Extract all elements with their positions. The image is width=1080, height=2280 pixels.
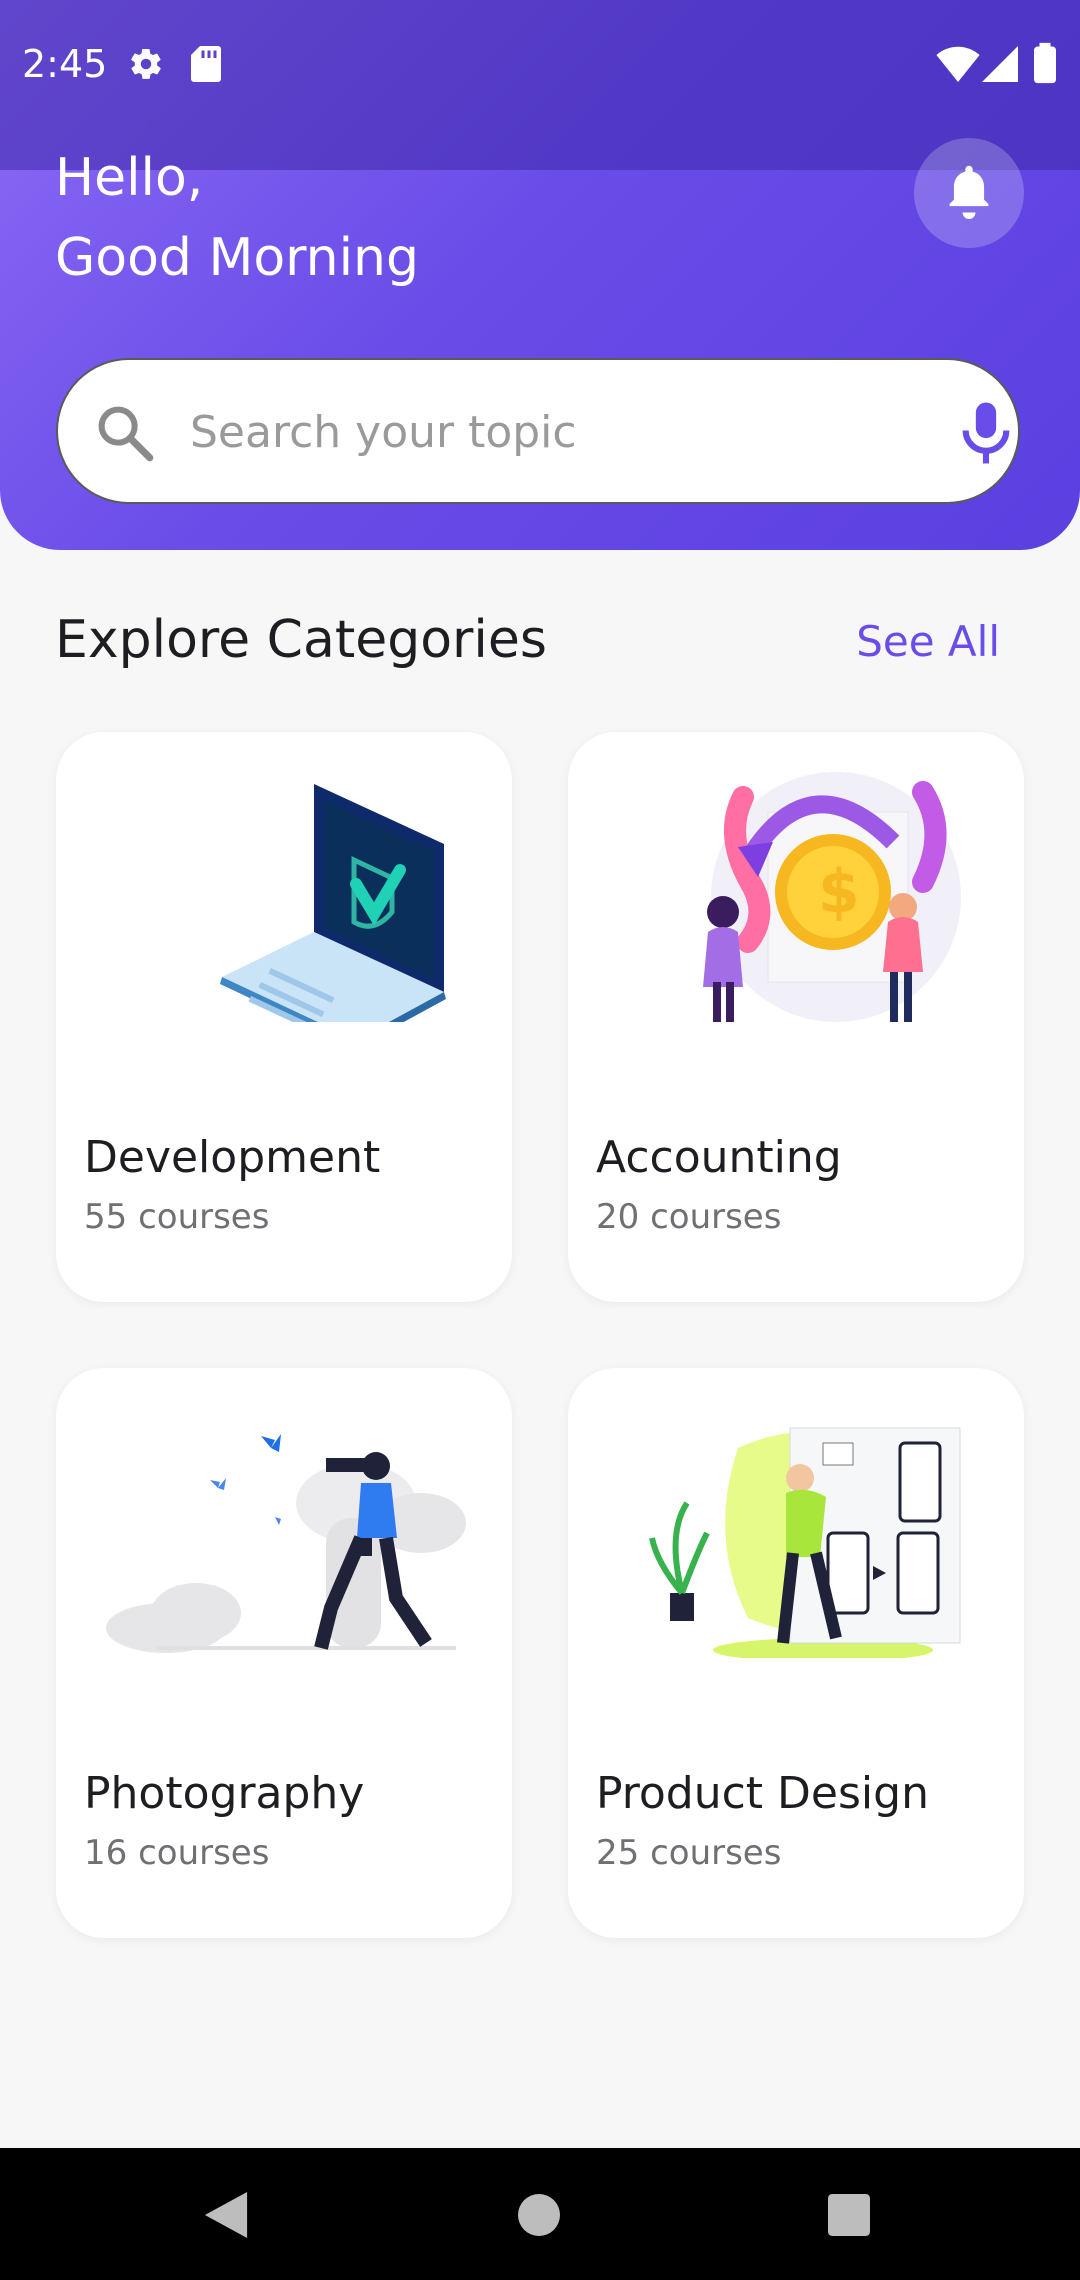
search-input[interactable] xyxy=(188,396,892,468)
category-name: Accounting xyxy=(596,1132,842,1183)
settings-icon xyxy=(128,46,164,86)
category-card-photography[interactable]: Photography 16 courses xyxy=(56,1368,512,1938)
notifications-button[interactable] xyxy=(914,138,1024,248)
header-banner: 2:45 Hello, Good Morning xyxy=(0,0,1080,550)
svg-text:$: $ xyxy=(818,857,860,927)
category-count: 25 courses xyxy=(596,1833,782,1873)
category-name: Photography xyxy=(84,1768,365,1819)
bell-icon xyxy=(943,163,995,223)
ui-design-illustration xyxy=(568,1408,1024,1662)
category-count: 20 courses xyxy=(596,1197,782,1237)
cellular-signal-icon xyxy=(982,46,1018,86)
category-count: 16 courses xyxy=(84,1833,270,1873)
see-all-link[interactable]: See All xyxy=(856,617,1000,666)
status-time: 2:45 xyxy=(22,42,108,86)
laptop-shield-illustration xyxy=(56,772,512,1048)
greeting-line-1: Hello, xyxy=(55,148,204,208)
battery-icon xyxy=(1034,42,1056,88)
category-card-development[interactable]: Development 55 courses xyxy=(56,732,512,1302)
search-bar[interactable] xyxy=(56,358,1020,504)
back-icon[interactable] xyxy=(204,2192,248,2242)
sd-card-icon xyxy=(190,46,222,86)
microphone-icon[interactable] xyxy=(958,400,1014,470)
wifi-icon xyxy=(936,46,980,86)
category-name: Product Design xyxy=(596,1768,929,1819)
recents-icon[interactable] xyxy=(828,2194,870,2240)
section-title: Explore Categories xyxy=(55,610,547,670)
greeting-line-2: Good Morning xyxy=(55,228,419,288)
category-card-accounting[interactable]: $ Accounting 20 courses xyxy=(568,732,1024,1302)
category-card-product-design[interactable]: Product Design 25 courses xyxy=(568,1368,1024,1938)
category-count: 55 courses xyxy=(84,1197,270,1237)
status-bar: 2:45 xyxy=(0,0,1080,170)
coin-exchange-illustration: $ xyxy=(568,772,1024,1022)
search-icon xyxy=(92,400,158,470)
system-navigation-bar xyxy=(0,2148,1080,2280)
photographer-illustration xyxy=(56,1408,512,1658)
category-name: Development xyxy=(84,1132,381,1183)
home-icon[interactable] xyxy=(518,2194,560,2240)
